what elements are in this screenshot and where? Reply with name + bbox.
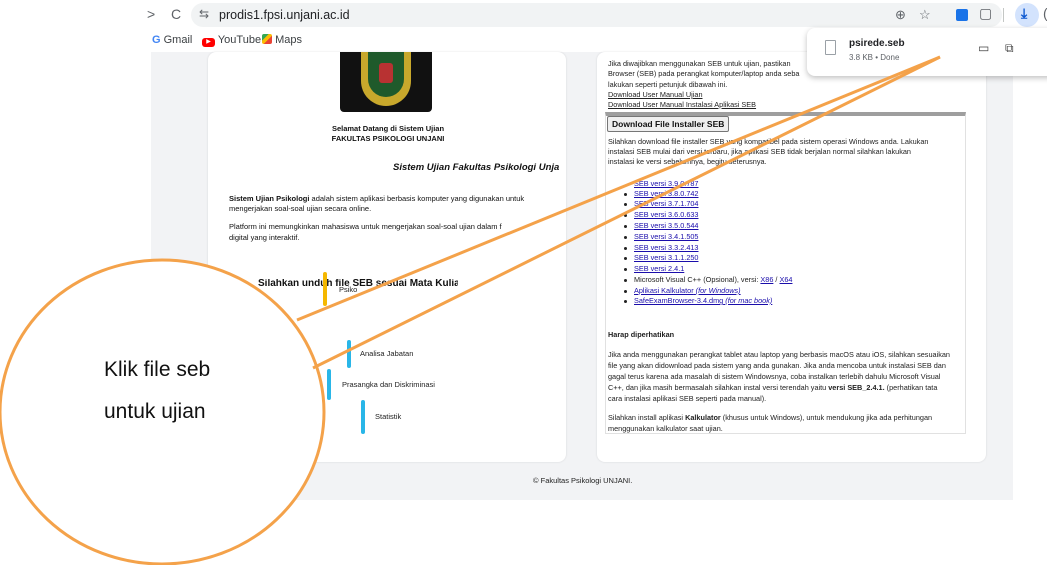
annotation-overlay (0, 55, 941, 565)
callout-text-line: Klik file seb (104, 358, 211, 381)
callout-text-line: untuk ujian (104, 400, 206, 423)
callout-pointer-line (312, 55, 941, 370)
callout-pointer-line (296, 55, 941, 322)
